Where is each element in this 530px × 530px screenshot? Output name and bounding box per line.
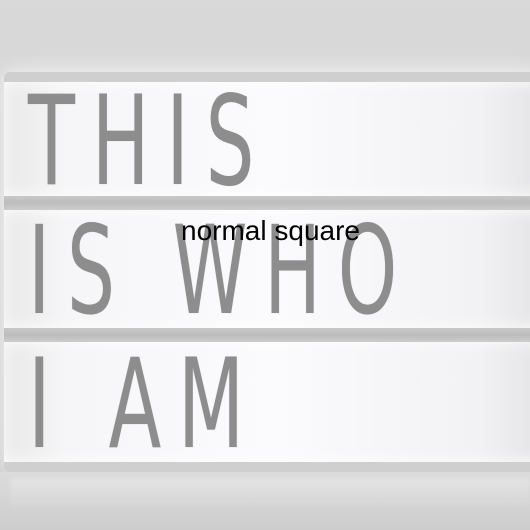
reflection-glow xyxy=(10,478,530,512)
photo-canvas: THIS IS WHO I AM normal square xyxy=(0,0,530,530)
sign-line-3: I AM xyxy=(28,333,262,477)
overlay-caption: normal square xyxy=(181,215,360,246)
sign-line-1: THIS xyxy=(28,70,272,214)
